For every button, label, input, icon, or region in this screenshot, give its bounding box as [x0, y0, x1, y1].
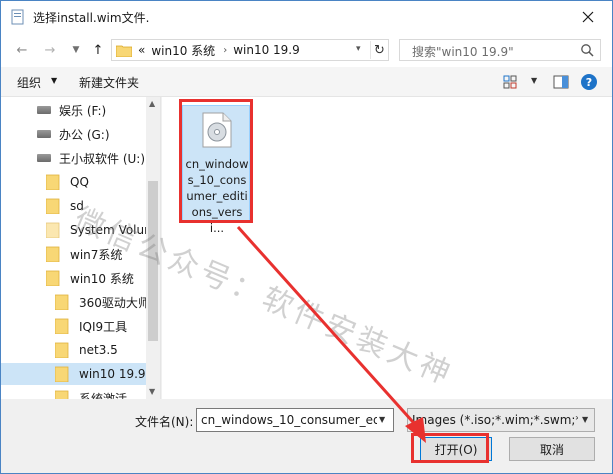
annotation-arrow [236, 225, 426, 443]
file-open-dialog: 选择install.wim文件. ← → ▼ ↑ « win10 系统 › wi… [0, 0, 613, 474]
